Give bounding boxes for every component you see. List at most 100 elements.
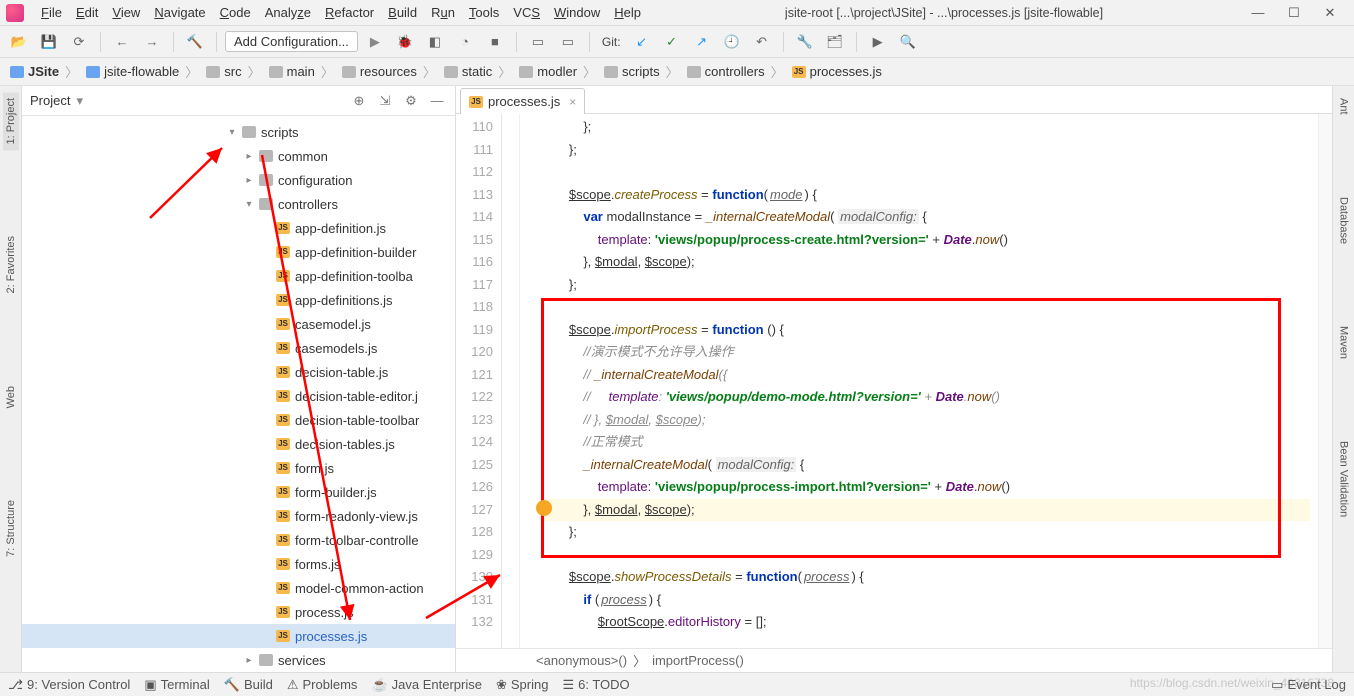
panel-settings-icon[interactable]: ⚙	[401, 91, 421, 111]
tree-item[interactable]: JScasemodels.js	[22, 336, 455, 360]
tree-item[interactable]: ▾controllers	[22, 192, 455, 216]
code-text[interactable]: }; }; $scope.createProcess = function(mo…	[532, 114, 1318, 648]
tree-item[interactable]: JSapp-definitions.js	[22, 288, 455, 312]
code-area[interactable]: 1101111121131141151161171181191201211221…	[456, 114, 1332, 648]
git-history-icon[interactable]: 🕘	[719, 29, 745, 55]
tree-item[interactable]: JSform.js	[22, 456, 455, 480]
tab-structure[interactable]: 7: Structure	[3, 494, 19, 563]
menu-tools[interactable]: Tools	[462, 5, 506, 20]
git-push-icon[interactable]: ↗	[689, 29, 715, 55]
run-configuration-dropdown[interactable]: Add Configuration...	[225, 31, 358, 52]
menu-build[interactable]: Build	[381, 5, 424, 20]
tree-item[interactable]: JSmodel-common-action	[22, 576, 455, 600]
git-commit-icon[interactable]: ✓	[659, 29, 685, 55]
crumb-file[interactable]: JSprocesses.js	[788, 64, 886, 79]
sb-java-enterprise[interactable]: ☕ Java Enterprise	[371, 677, 482, 693]
tab-database[interactable]: Database	[1336, 191, 1352, 250]
git-update-icon[interactable]: ↙	[629, 29, 655, 55]
close-tab-icon[interactable]: ×	[569, 95, 576, 109]
tree-item[interactable]: JSforms.js	[22, 552, 455, 576]
crumb-root[interactable]: JSite〉	[6, 62, 82, 81]
tab-favorites[interactable]: 2: Favorites	[3, 230, 19, 299]
menu-navigate[interactable]: Navigate	[147, 5, 212, 20]
save-icon[interactable]: 💾	[36, 29, 62, 55]
menu-refactor[interactable]: Refactor	[318, 5, 381, 20]
tab-bean-validation[interactable]: Bean Validation	[1336, 435, 1352, 523]
breakpoint-gutter[interactable]	[520, 114, 532, 648]
menu-help[interactable]: Help	[607, 5, 648, 20]
project-structure-icon[interactable]: 🗂	[822, 29, 848, 55]
layout1-icon[interactable]: ▭	[525, 29, 551, 55]
expand-icon[interactable]: ⇲	[375, 91, 395, 111]
crumb-static[interactable]: static〉	[440, 62, 515, 81]
menu-analyze[interactable]: Analyze	[258, 5, 318, 20]
crumb-modler[interactable]: modler〉	[515, 62, 600, 81]
close-button[interactable]: ✕	[1312, 2, 1348, 24]
tree-item[interactable]: JSform-builder.js	[22, 480, 455, 504]
tree-item[interactable]: JSprocesses.js	[22, 624, 455, 648]
tree-item[interactable]: ▸common	[22, 144, 455, 168]
project-tree[interactable]: ▾scripts▸common▸configuration▾controller…	[22, 116, 455, 672]
sb-version-control[interactable]: ⎇ 9: Version Control	[8, 677, 130, 693]
tree-item[interactable]: JSdecision-table-toolbar	[22, 408, 455, 432]
tab-ant[interactable]: Ant	[1336, 92, 1352, 121]
tree-item[interactable]: JSapp-definition.js	[22, 216, 455, 240]
profile-icon[interactable]: ◔	[452, 29, 478, 55]
open-icon[interactable]: 📂	[6, 29, 32, 55]
tab-web[interactable]: Web	[3, 380, 19, 414]
tab-project[interactable]: 1: Project	[3, 92, 19, 150]
menu-view[interactable]: View	[105, 5, 147, 20]
menu-window[interactable]: Window	[547, 5, 607, 20]
intention-bulb-icon[interactable]	[536, 500, 552, 516]
run-anything-icon[interactable]: ▶	[865, 29, 891, 55]
fold-gutter[interactable]	[502, 114, 520, 648]
tree-item[interactable]: JSdecision-table.js	[22, 360, 455, 384]
build-icon[interactable]: 🔨	[182, 29, 208, 55]
tree-item[interactable]: ▾scripts	[22, 120, 455, 144]
tab-maven[interactable]: Maven	[1336, 320, 1352, 365]
run-icon[interactable]: ▶	[362, 29, 388, 55]
tree-item[interactable]: ▸services	[22, 648, 455, 672]
tree-item[interactable]: JSform-toolbar-controlle	[22, 528, 455, 552]
tree-item[interactable]: JSapp-definition-builder	[22, 240, 455, 264]
minimize-button[interactable]: —	[1240, 2, 1276, 24]
settings-icon[interactable]: 🔧	[792, 29, 818, 55]
code-crumb-0[interactable]: <anonymous>()	[536, 653, 627, 668]
locate-icon[interactable]: ⊕	[349, 91, 369, 111]
menu-vcs[interactable]: VCS	[506, 5, 547, 20]
sb-spring[interactable]: ❀ Spring	[496, 677, 548, 693]
crumb-resources[interactable]: resources〉	[338, 62, 440, 81]
code-crumb-1[interactable]: importProcess()	[652, 653, 744, 668]
crumb-scripts[interactable]: scripts〉	[600, 62, 683, 81]
search-icon[interactable]: 🔍	[895, 29, 921, 55]
menu-file[interactable]: File	[34, 5, 69, 20]
stop-icon[interactable]: ■	[482, 29, 508, 55]
crumb-module[interactable]: jsite-flowable〉	[82, 62, 202, 81]
crumb-src[interactable]: src〉	[202, 62, 264, 81]
back-icon[interactable]: ←	[109, 29, 135, 55]
menu-code[interactable]: Code	[213, 5, 258, 20]
tree-item[interactable]: JSform-readonly-view.js	[22, 504, 455, 528]
tree-item[interactable]: ▸configuration	[22, 168, 455, 192]
hide-panel-icon[interactable]: —	[427, 91, 447, 111]
tree-item[interactable]: JSprocess.js	[22, 600, 455, 624]
maximize-button[interactable]: ☐	[1276, 2, 1312, 24]
git-revert-icon[interactable]: ↶	[749, 29, 775, 55]
tree-item[interactable]: JSdecision-tables.js	[22, 432, 455, 456]
tree-item[interactable]: JSapp-definition-toolba	[22, 264, 455, 288]
editor-tab-processes[interactable]: JS processes.js ×	[460, 88, 585, 114]
tree-item[interactable]: JScasemodel.js	[22, 312, 455, 336]
refresh-icon[interactable]: ⟳	[66, 29, 92, 55]
menu-edit[interactable]: Edit	[69, 5, 105, 20]
coverage-icon[interactable]: ◧	[422, 29, 448, 55]
crumb-main[interactable]: main〉	[265, 62, 338, 81]
sb-problems[interactable]: ⚠ Problems	[287, 677, 358, 693]
debug-icon[interactable]: 🐞	[392, 29, 418, 55]
sb-build[interactable]: 🔨 Build	[224, 677, 273, 693]
error-stripe[interactable]	[1318, 114, 1332, 648]
crumb-controllers[interactable]: controllers〉	[683, 62, 788, 81]
project-panel-title[interactable]: Project	[30, 93, 70, 108]
sb-terminal[interactable]: ▣ Terminal	[144, 677, 209, 693]
menu-run[interactable]: Run	[424, 5, 462, 20]
forward-icon[interactable]: →	[139, 29, 165, 55]
